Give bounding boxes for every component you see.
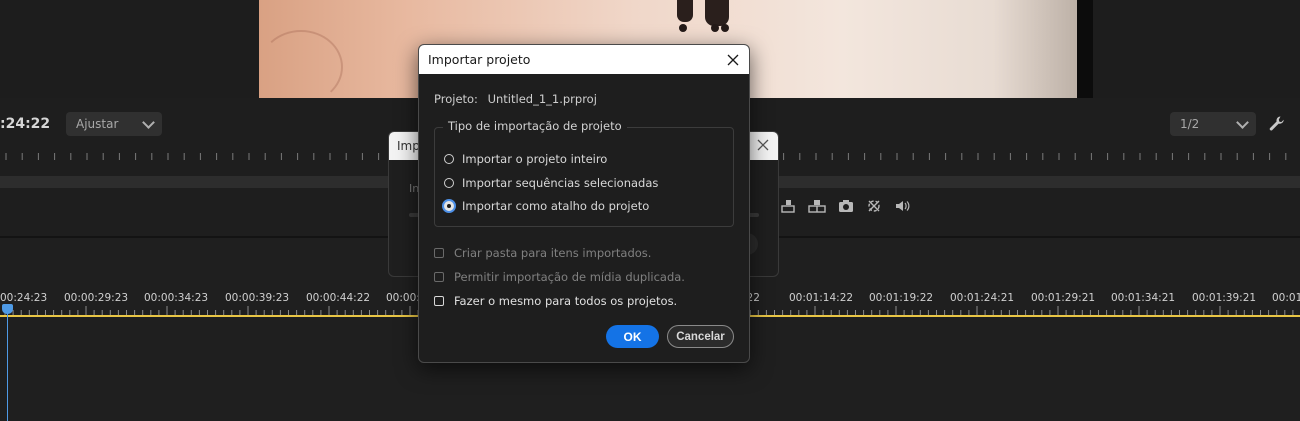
radio-import-entire-project[interactable]: Importar o projeto inteiro [444, 152, 607, 166]
chevron-down-icon [142, 116, 155, 129]
checkbox-create-folder[interactable]: Criar pasta para itens importados. [434, 246, 651, 260]
timeline-time-label: 00:01:4 [1272, 292, 1300, 304]
ok-button[interactable]: OK [606, 325, 659, 348]
checkbox[interactable] [434, 272, 444, 282]
wrench-icon[interactable] [1268, 115, 1286, 133]
radio-label: Importar o projeto inteiro [462, 152, 608, 166]
close-icon[interactable] [756, 138, 770, 152]
checkbox-apply-to-all[interactable]: Fazer o mesmo para todos os projetos. [434, 294, 677, 308]
timeline-time-label: 00:01:34:21 [1111, 292, 1176, 304]
checkbox-label: Criar pasta para itens importados. [454, 246, 652, 260]
preview-curve-shape [259, 30, 343, 98]
fit-select-value: Ajustar [76, 117, 119, 131]
camera-icon[interactable] [838, 198, 854, 214]
checkbox[interactable] [434, 248, 444, 258]
radio-button-selected[interactable] [442, 199, 456, 213]
timeline-time-label: 00:00:44:22 [306, 292, 371, 304]
preview-border [1077, 0, 1093, 98]
preview-wheel [711, 24, 719, 32]
cancel-button[interactable]: Cancelar [667, 325, 734, 348]
project-info: Projeto: Untitled_1_1.prproj [434, 92, 597, 106]
radio-label: Importar como atalho do projeto [462, 199, 650, 213]
timeline-time-label: 00:01:19:22 [869, 292, 934, 304]
radio-button[interactable] [444, 178, 454, 188]
speaker-icon[interactable] [894, 198, 912, 214]
import-project-dialog: Importar projeto Projeto: Untitled_1_1.p… [418, 44, 750, 363]
radio-label: Importar sequências selecionadas [462, 176, 659, 190]
radio-button[interactable] [444, 154, 454, 164]
fit-select[interactable]: Ajustar [66, 112, 162, 136]
lift-icon[interactable] [780, 198, 796, 214]
project-label: Projeto: [434, 92, 478, 106]
import-type-group: Tipo de importação de projeto Importar o… [434, 119, 734, 227]
preview-wheel [679, 24, 687, 32]
chevron-down-icon [1236, 116, 1249, 129]
preview-skater-left [677, 0, 693, 22]
playhead-line[interactable] [7, 312, 8, 421]
monitor-transport-controls [780, 196, 912, 216]
close-icon [727, 54, 739, 66]
dialog-titlebar[interactable]: Importar projeto [419, 45, 749, 74]
preview-wheel [721, 24, 729, 32]
timeline-time-label: 00:01:24:21 [950, 292, 1015, 304]
timeline-time-label: 00:01:39:21 [1192, 292, 1257, 304]
proxy-toggle-icon[interactable] [866, 198, 882, 214]
project-filename: Untitled_1_1.prproj [487, 92, 597, 106]
timeline-time-label: 00:01:14:22 [789, 292, 854, 304]
extract-icon[interactable] [808, 198, 826, 214]
checkbox[interactable] [434, 296, 444, 306]
preview-skater-right [705, 0, 729, 26]
import-type-group-label: Tipo de importação de projeto [443, 119, 627, 133]
playhead-handle[interactable] [2, 304, 13, 314]
resolution-select[interactable]: 1/2 [1170, 112, 1256, 136]
checkbox-label: Permitir importação de mídia duplicada. [454, 270, 685, 284]
timeline-time-label: 00:01:29:21 [1031, 292, 1096, 304]
timeline-time-label: 00:24:23 [0, 292, 48, 304]
radio-import-as-shortcut[interactable]: Importar como atalho do projeto [442, 199, 650, 213]
checkbox-allow-duplicate-media[interactable]: Permitir importação de mídia duplicada. [434, 270, 685, 284]
radio-import-selected-sequences[interactable]: Importar sequências selecionadas [444, 176, 658, 190]
dialog-title: Importar projeto [428, 52, 531, 67]
resolution-select-value: 1/2 [1180, 117, 1200, 131]
close-button[interactable] [723, 50, 743, 70]
timeline-time-label: 00:00:39:23 [225, 292, 290, 304]
playhead-timecode[interactable]: :24:22 [0, 116, 50, 132]
timeline-time-label: 00:00:34:23 [144, 292, 209, 304]
checkbox-label: Fazer o mesmo para todos os projetos. [454, 294, 678, 308]
timeline-time-label: 00:00:29:23 [64, 292, 129, 304]
